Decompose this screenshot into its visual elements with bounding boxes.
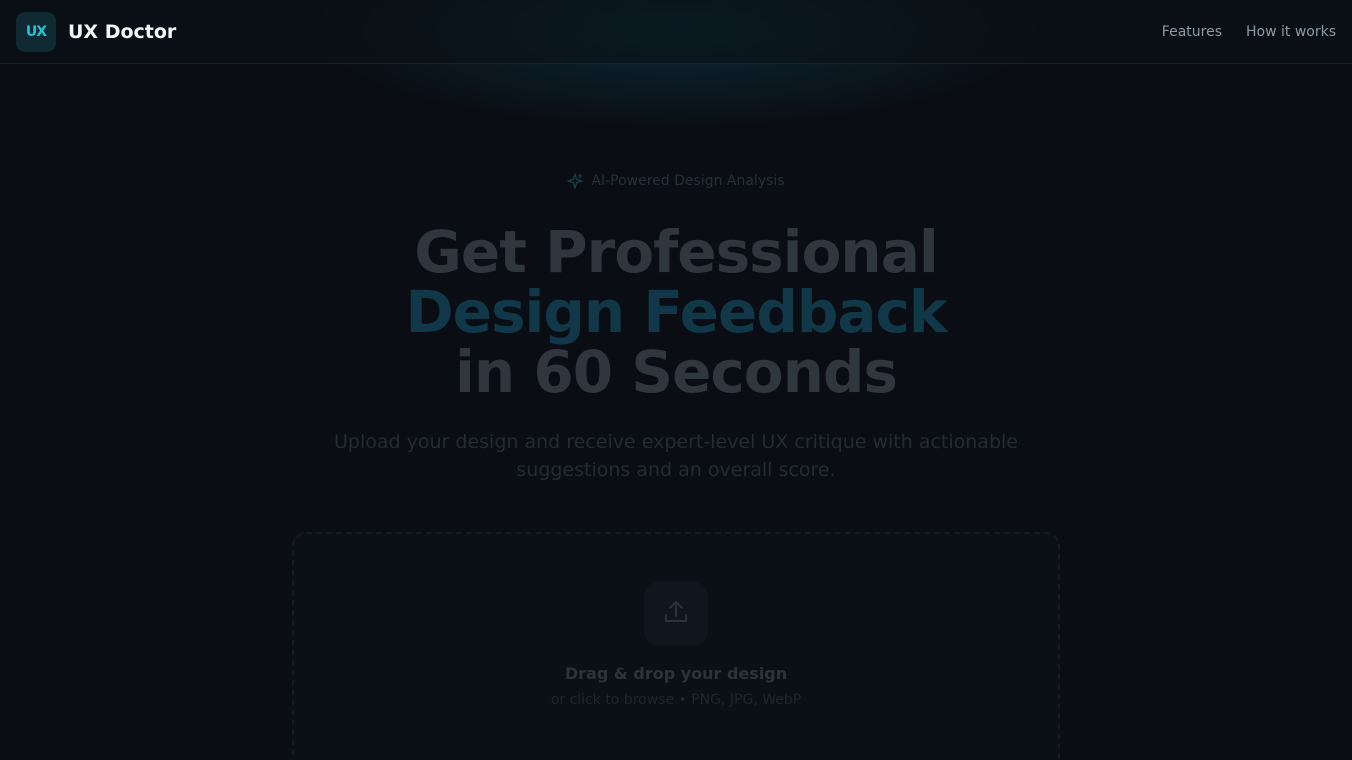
hero-headline: Get Professional Design Feedback in 60 S…: [0, 222, 1352, 402]
top-nav: Features How it works: [1162, 22, 1336, 42]
sparkle-icon: [567, 173, 584, 189]
nav-link-features[interactable]: Features: [1162, 22, 1222, 42]
brand-name[interactable]: UX Doctor: [68, 19, 176, 45]
hero-subtitle: Upload your design and receive expert-le…: [334, 431, 1018, 481]
page: UX UX Doctor Features How it works AI-Po…: [0, 0, 1352, 760]
hero-tag: AI-Powered Design Analysis: [0, 171, 1352, 191]
headline-line-3: in 60 Seconds: [455, 338, 898, 406]
headline-line-2: Design Feedback: [405, 278, 948, 346]
top-header: UX UX Doctor Features How it works: [0, 0, 1352, 64]
logo-text: UX: [25, 24, 47, 40]
upload-icon-box[interactable]: [644, 582, 708, 646]
headline-line-1: Get Professional: [414, 218, 938, 286]
hero-tag-label: AI-Powered Design Analysis: [591, 173, 785, 189]
dropzone-subtitle: or click to browse • PNG, JPG, WebP: [550, 692, 802, 708]
upload-dropzone[interactable]: [292, 532, 1060, 760]
upload-icon: [662, 598, 690, 630]
dropzone-title: Drag & drop your design: [564, 664, 788, 683]
logo-badge[interactable]: UX: [16, 12, 56, 52]
nav-link-how-it-works[interactable]: How it works: [1246, 22, 1336, 42]
